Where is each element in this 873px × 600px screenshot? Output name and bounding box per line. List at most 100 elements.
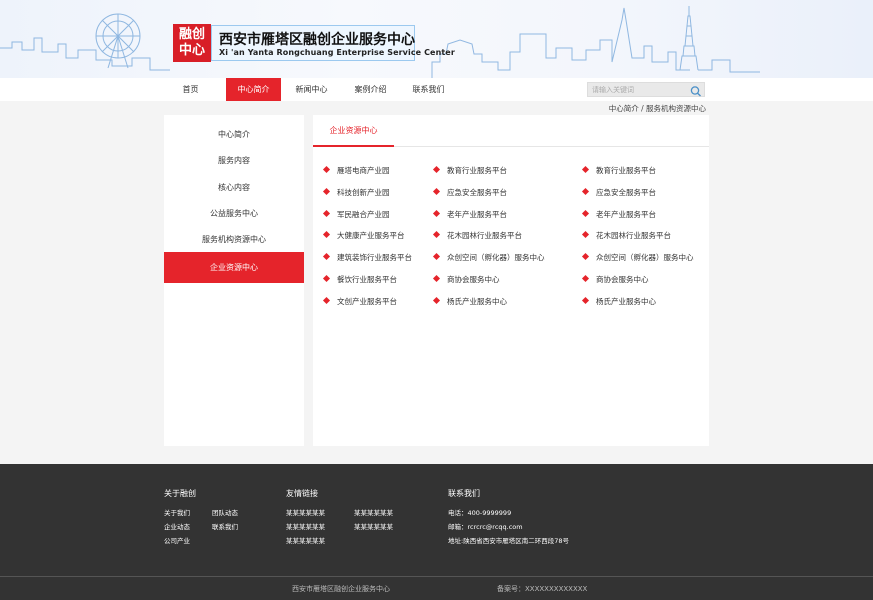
resource-label: 雁塔电商产业园 — [337, 166, 390, 175]
city-skyline-illustration — [0, 6, 760, 78]
footer-link-team-news[interactable]: 团队动态 — [212, 507, 238, 517]
sidebar-item-enterprise-resources[interactable]: 企业资源中心 — [164, 252, 304, 283]
footer-divider — [0, 576, 873, 577]
resource-link[interactable]: 应急安全服务平台 — [432, 187, 507, 198]
footer-link-industry[interactable]: 公司产业 — [164, 535, 190, 545]
resource-link[interactable]: 餐饮行业服务平台 — [322, 274, 397, 285]
diamond-bullet-icon — [322, 253, 331, 261]
footer-friend-link[interactable]: 某某某某某某 — [354, 521, 393, 531]
diamond-bullet-icon — [322, 296, 331, 304]
diamond-bullet-icon — [322, 231, 331, 239]
footer-friends-title: 友情链接 — [286, 489, 318, 498]
diamond-bullet-icon — [432, 253, 441, 261]
diamond-bullet-icon — [432, 165, 441, 174]
resource-link[interactable]: 商协会服务中心 — [581, 274, 649, 285]
resource-label: 众创空间（孵化器）服务中心 — [596, 253, 694, 263]
logo-seal-text: 融创 中心 — [178, 27, 205, 58]
resource-link[interactable]: 杨氏产业服务中心 — [581, 296, 656, 307]
footer-friend-link[interactable]: 某某某某某某 — [354, 507, 393, 517]
sidebar: 中心简介 服务内容 核心内容 公益服务中心 服务机构资源中心 企业资源中心 — [164, 115, 304, 446]
diamond-bullet-icon — [322, 274, 331, 283]
footer-icp: 备案号：XXXXXXXXXXXXX — [497, 585, 588, 593]
resource-label: 大健康产业服务平台 — [337, 231, 405, 241]
resource-label: 老年产业服务平台 — [447, 209, 507, 219]
footer-email[interactable]: 邮箱：rcrcrc@rcqq.com — [448, 521, 523, 531]
resource-label: 教育行业服务平台 — [447, 166, 507, 175]
resource-label: 应急安全服务平台 — [447, 187, 507, 197]
resource-label: 商协会服务中心 — [447, 275, 500, 284]
footer-link-company-news[interactable]: 企业动态 — [164, 521, 190, 531]
tab-enterprise-resources[interactable]: 企业资源中心 — [313, 115, 394, 147]
resource-link[interactable]: 商协会服务中心 — [432, 274, 500, 285]
diamond-bullet-icon — [322, 165, 331, 174]
resource-link[interactable]: 老年产业服务平台 — [432, 209, 507, 220]
diamond-bullet-icon — [432, 274, 441, 283]
diamond-bullet-icon — [432, 296, 441, 304]
resource-link[interactable]: 众创空间（孵化器）服务中心 — [581, 253, 694, 263]
breadcrumb: 中心简介 / 服务机构资源中心 — [608, 104, 706, 113]
resource-link[interactable]: 军民融合产业园 — [322, 209, 390, 220]
resource-label: 众创空间（孵化器）服务中心 — [447, 253, 545, 263]
search-button[interactable] — [689, 83, 703, 97]
sidebar-item-agency-resources[interactable]: 服务机构资源中心 — [164, 224, 304, 255]
resource-label: 军民融合产业园 — [337, 209, 390, 219]
footer-link-contact-us[interactable]: 联系我们 — [212, 521, 238, 531]
logo-seal: 融创 中心 — [173, 24, 211, 62]
footer-friend-link[interactable]: 某某某某某某 — [286, 535, 325, 545]
resource-link[interactable]: 建筑装饰行业服务平台 — [322, 253, 412, 263]
footer-copyright: 西安市雁塔区融创企业服务中心 — [292, 585, 390, 593]
footer-link-about-us[interactable]: 关于我们 — [164, 507, 190, 517]
resource-link[interactable]: 众创空间（孵化器）服务中心 — [432, 253, 545, 263]
nav-cases[interactable]: 案例介绍 — [343, 78, 398, 101]
resource-link[interactable]: 科技创新产业园 — [322, 187, 390, 198]
diamond-bullet-icon — [322, 209, 331, 217]
resource-label: 商协会服务中心 — [596, 275, 649, 284]
site-subtitle: Xi 'an Yanta Rongchuang Enterprise Servi… — [219, 48, 455, 57]
resource-link[interactable]: 花木园林行业服务平台 — [432, 231, 522, 241]
nav-news[interactable]: 新闻中心 — [284, 78, 339, 101]
diamond-bullet-icon — [322, 187, 331, 195]
resource-label: 老年产业服务平台 — [596, 209, 656, 219]
resource-label: 花木园林行业服务平台 — [447, 231, 522, 241]
resource-link[interactable]: 花木园林行业服务平台 — [581, 231, 671, 241]
diamond-bullet-icon — [432, 209, 441, 217]
resource-link[interactable]: 应急安全服务平台 — [581, 187, 656, 198]
resource-label: 花木园林行业服务平台 — [596, 231, 671, 241]
nav-about[interactable]: 中心简介 — [226, 78, 281, 101]
footer-about-title: 关于融创 — [164, 489, 196, 498]
site-footer: 关于融创 关于我们 团队动态 企业动态 联系我们 公司产业 友情链接 某某某某某… — [0, 464, 873, 600]
resource-label: 建筑装饰行业服务平台 — [337, 253, 412, 263]
resource-link[interactable]: 雁塔电商产业园 — [322, 165, 390, 176]
resource-label: 文创产业服务平台 — [337, 296, 397, 306]
resource-link[interactable]: 文创产业服务平台 — [322, 296, 397, 307]
footer-friend-link[interactable]: 某某某某某某 — [286, 521, 325, 531]
site-title: 西安市雁塔区融创企业服务中心 — [219, 32, 415, 48]
content-panel: 企业资源中心 雁塔电商产业园 科技创新产业园 军民融合产业园大健康产业服务平台 建筑装… — [313, 115, 709, 446]
diamond-bullet-icon — [581, 231, 590, 239]
diamond-bullet-icon — [581, 187, 590, 195]
main-nav: 首页 中心简介 新闻中心 案例介绍 联系我们 — [0, 78, 873, 101]
search-box — [587, 82, 705, 97]
search-icon — [690, 86, 701, 97]
footer-address: 地址:陕西省西安市雁塔区南二环西段78号 — [448, 537, 569, 545]
resource-link[interactable]: 老年产业服务平台 — [581, 209, 656, 220]
site-logo[interactable]: 西安市雁塔区融创企业服务中心 Xi 'an Yanta Rongchuang E… — [211, 25, 455, 61]
nav-contact[interactable]: 联系我们 — [401, 78, 456, 101]
diamond-bullet-icon — [581, 296, 590, 304]
resource-label: 杨氏产业服务中心 — [596, 296, 656, 306]
resource-label: 应急安全服务平台 — [596, 187, 656, 197]
resource-link[interactable]: 教育行业服务平台 — [432, 165, 507, 176]
resource-link[interactable]: 大健康产业服务平台 — [322, 231, 405, 241]
footer-contact-title: 联系我们 — [448, 489, 480, 498]
diamond-bullet-icon — [432, 187, 441, 195]
nav-home[interactable]: 首页 — [163, 78, 218, 101]
resource-label: 餐饮行业服务平台 — [337, 275, 397, 284]
diamond-bullet-icon — [432, 231, 441, 239]
resource-link[interactable]: 教育行业服务平台 — [581, 165, 656, 176]
resource-link[interactable]: 杨氏产业服务中心 — [432, 296, 507, 307]
resource-label: 教育行业服务平台 — [596, 166, 656, 175]
footer-friend-link[interactable]: 某某某某某某 — [286, 507, 325, 517]
resource-label: 科技创新产业园 — [337, 187, 390, 197]
search-input[interactable] — [588, 83, 688, 96]
diamond-bullet-icon — [581, 253, 590, 261]
